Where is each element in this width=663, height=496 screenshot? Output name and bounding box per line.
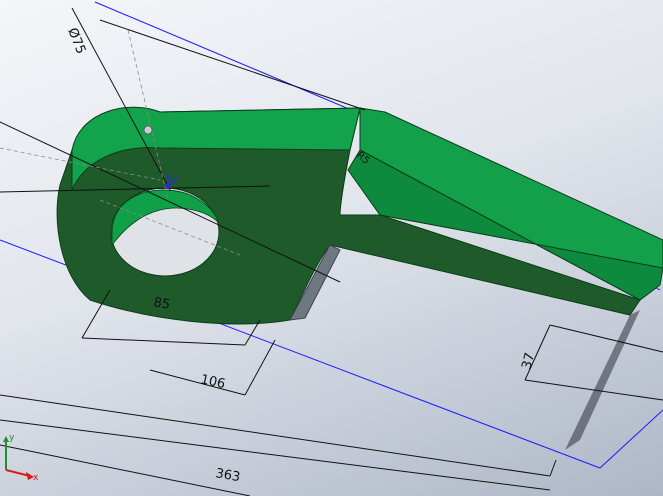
dim-line-85 bbox=[81, 337, 246, 346]
sketch-point bbox=[143, 125, 153, 135]
axis-triad: x y bbox=[3, 433, 39, 483]
dim-ext-37 bbox=[549, 324, 663, 353]
dim-tick bbox=[244, 339, 276, 396]
dim-leader bbox=[99, 19, 366, 111]
dim-extension bbox=[0, 444, 251, 496]
dim-tick bbox=[549, 459, 557, 477]
overall-length-dim-text[interactable]: 363 bbox=[214, 466, 241, 485]
graphics-viewport[interactable]: Ø75 85 106 37 363 R5 x y bbox=[0, 0, 663, 496]
triad-y-label: y bbox=[9, 433, 15, 443]
thickness-dim-text[interactable]: 37 bbox=[519, 351, 538, 371]
projection-line bbox=[599, 409, 663, 469]
cad-model-scene[interactable]: Ø75 85 106 37 363 R5 x y bbox=[0, 0, 663, 496]
width-inner-dim-text[interactable]: 85 bbox=[152, 295, 171, 313]
part-body[interactable] bbox=[56, 106, 663, 325]
triad-x-label: x bbox=[33, 473, 39, 483]
width-outer-dim-text[interactable]: 106 bbox=[199, 372, 226, 392]
dim-line-37 bbox=[524, 324, 551, 381]
dim-extension bbox=[0, 394, 551, 477]
dim-line-363 bbox=[0, 419, 551, 491]
dim-line-106 bbox=[149, 369, 246, 396]
